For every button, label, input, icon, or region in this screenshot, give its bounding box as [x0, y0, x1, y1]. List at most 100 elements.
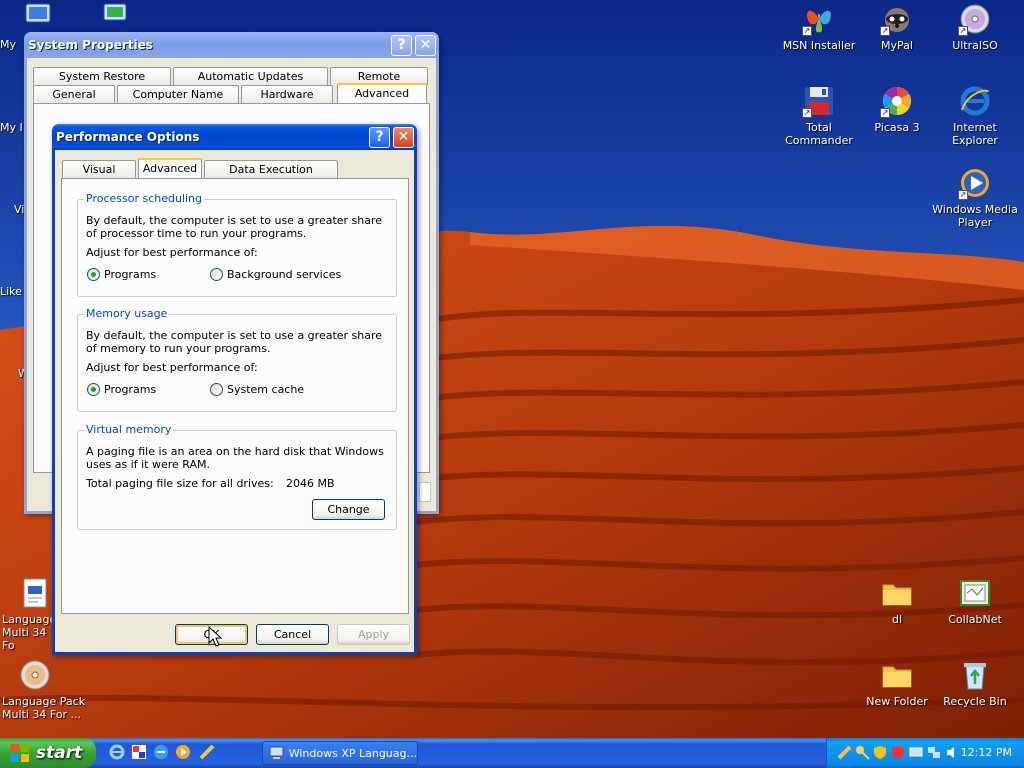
- desktop-icon-msn-installer[interactable]: ↗ MSN Installer: [774, 2, 864, 52]
- desktop-icon-language-pack[interactable]: Language Pack Multi 34 For ...: [0, 658, 94, 721]
- desktop-icon-label: CollabNet: [948, 613, 1002, 626]
- memory-usage-group: Memory usage By default, the computer is…: [77, 307, 397, 412]
- performance-options-window[interactable]: Performance Options ? ✕ Visual Effects A…: [52, 124, 417, 655]
- performance-options-titlebar[interactable]: Performance Options ? ✕: [52, 124, 417, 150]
- desktop-icon-label: Language Pack Multi 34 For ...: [2, 695, 86, 721]
- memory-radio-programs[interactable]: Programs: [87, 383, 156, 396]
- change-button[interactable]: Change: [312, 499, 385, 520]
- tab-advanced[interactable]: Advanced: [138, 158, 202, 178]
- desktop-icon-windows-media-player[interactable]: ↗ Windows Media Player: [930, 166, 1020, 229]
- paging-file-total-label: Total paging file size for all drives:: [86, 477, 274, 490]
- tab-data-execution-prevention[interactable]: Data Execution Prevention: [204, 160, 338, 189]
- memory-description: By default, the computer is set to use a…: [86, 329, 383, 355]
- tray-tool-icon[interactable]: [837, 745, 852, 760]
- processor-adjust-label: Adjust for best performance of:: [86, 246, 258, 259]
- desktop-icon-dl[interactable]: dl: [852, 576, 942, 626]
- internet-explorer-quicklaunch-icon[interactable]: [108, 743, 126, 761]
- tray-network-icon[interactable]: [909, 745, 924, 760]
- help-button[interactable]: ?: [369, 126, 390, 148]
- window-title: Performance Options: [56, 130, 200, 144]
- desktop-icon-label: Picasa 3: [874, 121, 920, 134]
- processor-radio-programs[interactable]: Programs: [87, 268, 156, 281]
- tab-advanced[interactable]: Advanced: [337, 83, 427, 103]
- system-tray: 12:12 PM: [826, 738, 1024, 768]
- window-title: System Properties: [28, 38, 153, 52]
- network-icon[interactable]: [100, 2, 134, 28]
- tab-general[interactable]: General: [33, 85, 115, 103]
- desktop-icon-label-partial[interactable]: Like: [0, 285, 22, 298]
- close-button[interactable]: ✕: [393, 126, 414, 148]
- desktop-icon-picasa[interactable]: ↗ Picasa 3: [852, 84, 942, 134]
- desktop-icon-label: MyPal: [881, 39, 913, 52]
- tools-quicklaunch-icon[interactable]: [198, 743, 216, 761]
- desktop-icon-label: Recycle Bin: [943, 695, 1007, 708]
- desktop-icon-label: New Folder: [866, 695, 928, 708]
- memory-adjust-label: Adjust for best performance of:: [86, 361, 258, 374]
- system-properties-tabs-row2: General Computer Name Hardware Advanced: [33, 83, 427, 103]
- radio-label: Programs: [104, 268, 157, 281]
- desktop-icon-label-partial[interactable]: My: [0, 38, 16, 51]
- media-player-quicklaunch-icon[interactable]: [174, 743, 192, 761]
- start-label: start: [36, 743, 83, 763]
- cancel-button[interactable]: Cancel: [256, 624, 329, 645]
- processor-description: By default, the computer is set to use a…: [86, 214, 383, 240]
- taskbar-button-label: Windows XP Languag...: [288, 746, 417, 760]
- tab-system-restore[interactable]: System Restore: [33, 67, 171, 85]
- hidden-button-edge: [419, 482, 431, 502]
- radio-selected-icon: [87, 268, 100, 281]
- desktop-icon-ultraiso[interactable]: ↗ UltraISO: [930, 2, 1020, 52]
- desktop-icon-new-folder[interactable]: New Folder: [852, 658, 942, 708]
- explorer-quicklaunch-icon[interactable]: [152, 743, 170, 761]
- radio-label: Programs: [104, 383, 157, 396]
- desktop-icon-label: Internet Explorer: [952, 121, 998, 147]
- desktop-icon-internet-explorer[interactable]: Internet Explorer: [930, 84, 1020, 147]
- desktop-icon-label-partial[interactable]: My I: [0, 121, 23, 134]
- paint-quicklaunch-icon[interactable]: [130, 743, 148, 761]
- desktop-icon-collabnet[interactable]: CollabNet: [930, 576, 1020, 626]
- tray-key-icon[interactable]: [855, 745, 870, 760]
- virtual-memory-group: Virtual memory A paging file is an area …: [77, 423, 397, 530]
- tray-network-connections-icon[interactable]: [927, 745, 942, 760]
- desktop-icon-label-partial[interactable]: Vi: [14, 203, 24, 216]
- close-button[interactable]: ✕: [415, 34, 436, 56]
- desktop-icon-total-commander[interactable]: ↗ Total Commander: [774, 84, 864, 147]
- help-button[interactable]: ?: [391, 34, 412, 56]
- desktop-icon-label: dl: [891, 613, 903, 626]
- desktop-icon-label: Windows Media Player: [932, 203, 1018, 229]
- computer-icon: [269, 746, 284, 759]
- taskbar: start Windows XP Languag... 12:12 PM: [0, 738, 1024, 768]
- processor-scheduling-group: Processor scheduling By default, the com…: [77, 192, 397, 297]
- memory-radio-system-cache[interactable]: System cache: [210, 383, 304, 396]
- tab-visual-effects[interactable]: Visual Effects: [62, 160, 136, 189]
- desktop-icon-language-multi[interactable]: Language Multi 34 Fo: [0, 576, 58, 652]
- advanced-panel: Processor scheduling By default, the com…: [61, 178, 409, 614]
- radio-icon: [210, 268, 223, 281]
- processor-radio-background-services[interactable]: Background services: [210, 268, 341, 281]
- tab-automatic-updates[interactable]: Automatic Updates: [173, 67, 328, 85]
- windows-flag-icon: [11, 744, 29, 762]
- tray-volume-icon[interactable]: [945, 745, 960, 760]
- radio-selected-icon: [87, 383, 100, 396]
- tab-hardware[interactable]: Hardware: [241, 85, 333, 103]
- mouse-cursor-icon: [208, 626, 222, 647]
- clock[interactable]: 12:12 PM: [961, 746, 1012, 759]
- desktop-icon-label: MSN Installer: [782, 39, 856, 52]
- start-button[interactable]: start: [0, 738, 96, 768]
- radio-label: Background services: [227, 268, 342, 281]
- desktop-icon-recycle-bin[interactable]: Recycle Bin: [930, 658, 1020, 708]
- taskbar-button-windows-xp-language[interactable]: Windows XP Languag...: [262, 741, 418, 765]
- tray-shield-icon[interactable]: [873, 745, 888, 760]
- system-properties-titlebar[interactable]: System Properties ? ✕: [24, 32, 439, 58]
- radio-icon: [210, 383, 223, 396]
- performance-options-tabs: Visual Effects Advanced Data Execution P…: [62, 158, 338, 189]
- desktop-icon-mypal[interactable]: ↗ MyPal: [852, 2, 942, 52]
- tray-security-alert-icon[interactable]: [891, 745, 906, 760]
- tab-computer-name[interactable]: Computer Name: [117, 85, 239, 103]
- apply-button[interactable]: Apply: [337, 624, 410, 645]
- my-computer-icon[interactable]: [22, 2, 56, 28]
- group-heading: Processor scheduling: [84, 192, 205, 205]
- desktop-icon-label: Total Commander: [785, 121, 853, 147]
- desktop-icon-label: UltraISO: [952, 39, 998, 52]
- group-heading: Virtual memory: [84, 423, 174, 436]
- paging-file-total-value: 2046 MB: [286, 477, 335, 490]
